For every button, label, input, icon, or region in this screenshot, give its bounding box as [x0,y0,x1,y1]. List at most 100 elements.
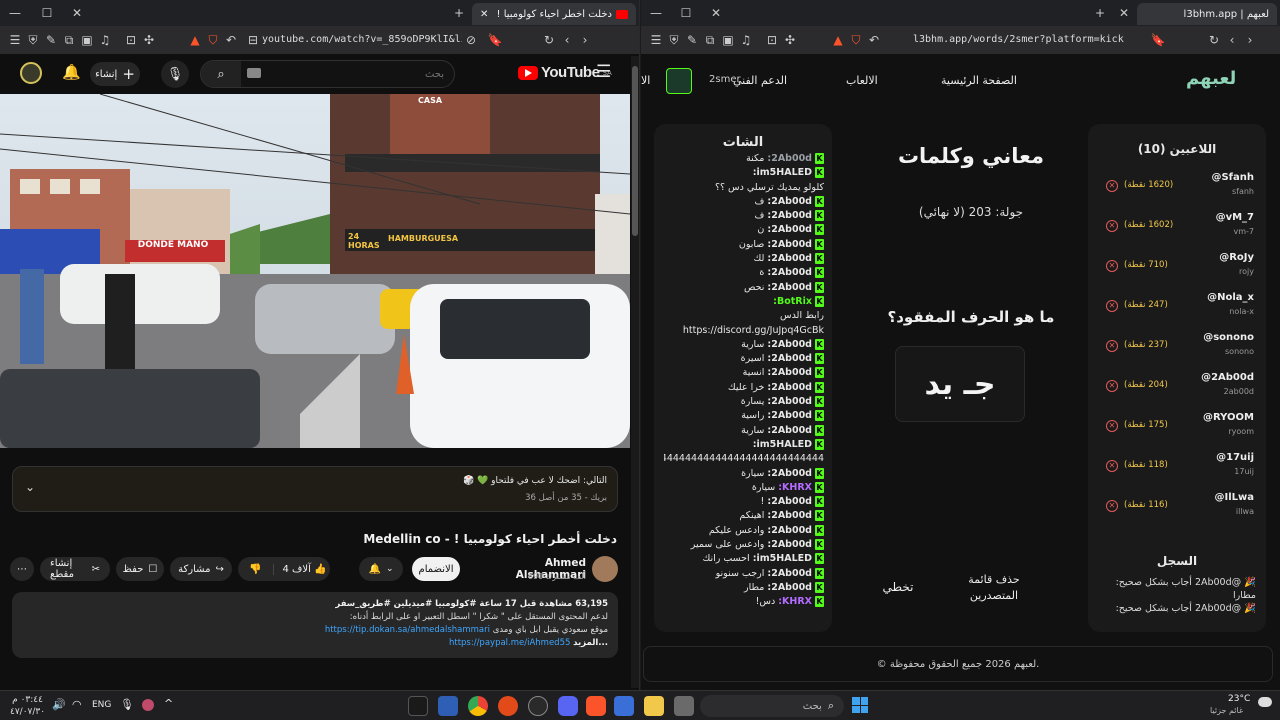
remove-player-icon[interactable]: ✕ [1106,220,1118,232]
create-button[interactable]: إنشاء + [90,62,140,86]
close-tab-icon[interactable]: ✕ [1115,4,1133,22]
user-avatar[interactable] [666,68,692,94]
forward-icon[interactable]: › [576,31,594,49]
reload-share-icon[interactable]: ↶ [222,31,240,49]
extension-icon[interactable]: ✎ [683,31,701,49]
chat-messages[interactable]: K2Ab00d: مكنة Kim5HALED: كلولو يمديك ترسل… [664,152,824,618]
file-explorer-icon[interactable] [644,696,664,716]
shield-icon[interactable]: ⛨ [665,31,683,49]
players-list[interactable]: ✕ (1620 نقطة) @Sfanh sfanh ✕ (1602 نقطة) @vM_7… [1088,170,1266,540]
more-link[interactable]: ...المزيد [573,638,608,648]
clear-leaderboard-button[interactable]: حذف قائمة المتصدرين [956,572,1032,604]
like-button[interactable]: 4 آلاف 👍 [279,564,330,575]
screenshot-icon[interactable]: ⊡ [122,31,140,49]
obs-icon[interactable] [528,696,548,716]
copy-icon[interactable]: ⧉ [60,31,78,49]
account-avatar[interactable] [20,62,42,84]
volume-icon[interactable]: 🔊 [52,698,66,711]
chevron-up-icon[interactable]: ^ [164,697,173,710]
sidebar-icon[interactable]: ▣ [78,31,96,49]
chat-username[interactable]: KHRX: [778,596,812,607]
chrome-icon[interactable] [468,696,488,716]
menu-icon[interactable]: ☰ [6,31,24,49]
chat-username[interactable]: KHRX: [778,482,812,493]
up-next-card[interactable]: ⌄ التالي: اضحك لا عب في فلتحاو 💚 🎲 بريك … [12,466,618,512]
chat-username[interactable]: 2Ab00d: [767,353,812,364]
chevron-down-icon[interactable]: ⌄ [25,480,35,494]
address-bar[interactable]: youtube.com/watch?v=_859oDP9KlI&list=... [262,30,462,50]
chat-username[interactable]: im5HALED: [753,439,812,450]
maximize-icon[interactable]: ☐ [38,4,56,22]
new-tab-icon[interactable]: + [1091,4,1109,22]
reload-icon[interactable]: ↻ [1205,31,1223,49]
join-button[interactable]: الانضمام [412,557,460,581]
sidebar-icon[interactable]: ▣ [719,31,737,49]
chat-username[interactable]: 2Ab00d: [767,510,812,521]
task-view-icon[interactable] [674,696,694,716]
app-icon[interactable] [498,696,518,716]
close-tab-icon[interactable]: ✕ [480,9,488,20]
chat-username[interactable]: 2Ab00d: [767,239,812,250]
chat-username[interactable]: 2Ab00d: [767,582,812,593]
remove-player-icon[interactable]: ✕ [1106,260,1118,272]
dislike-button[interactable]: 👎 [238,563,274,575]
page-scrollbar[interactable] [631,56,639,688]
remove-player-icon[interactable]: ✕ [1106,380,1118,392]
tip-link[interactable]: https://tip.dokan.sa/ahmedalshammari [325,625,490,635]
puzzle-icon[interactable]: ✣ [140,31,158,49]
chat-username[interactable]: 2Ab00d: [767,224,812,235]
defender-icon[interactable] [438,696,458,716]
brave-shield-icon[interactable]: ⛉ [847,31,865,49]
menu-icon[interactable]: ☰ [647,31,665,49]
user-nick[interactable]: 2smer [709,74,741,85]
remove-player-icon[interactable]: ✕ [1106,420,1118,432]
chat-username[interactable]: 2Ab00d: [767,568,812,579]
puzzle-icon[interactable]: ✣ [781,31,799,49]
chat-username[interactable]: 2Ab00d: [767,382,812,393]
paypal-link[interactable]: https://paypal.me/iAhmed55 [449,638,570,648]
tray-app-icon[interactable] [142,699,154,711]
chat-username[interactable]: 2Ab00d: [767,468,812,479]
minimize-icon[interactable]: — [647,4,665,22]
weather-widget[interactable]: 23°C غائم جزئيا [1210,694,1276,718]
tab-youtube[interactable]: ✕ دخلت أخطر احياء كولومبيا ! - 6e [472,3,636,25]
chat-username[interactable]: 2Ab00d: [767,196,812,207]
chat-username[interactable]: BotRix: [773,296,812,307]
close-window-icon[interactable]: ✕ [707,4,725,22]
windows-start-icon[interactable] [852,697,868,713]
bookmark-icon[interactable]: 🔖 [486,31,504,49]
brave-shield-icon[interactable]: ⛉ [204,31,222,49]
copy-icon[interactable]: ⧉ [701,31,719,49]
remove-player-icon[interactable]: ✕ [1106,460,1118,472]
chat-username[interactable]: 2Ab00d: [767,253,812,264]
taskbar-search[interactable]: بحث ⌕ [700,695,844,717]
chat-username[interactable]: 2Ab00d: [767,282,812,293]
music-icon[interactable]: ♫ [96,31,114,49]
language-indicator[interactable]: ENG [92,700,111,710]
chat-username[interactable]: 2Ab00d: [767,396,812,407]
voice-search-button[interactable]: 🎙 [161,60,189,88]
chat-username[interactable]: im5HALED: [753,553,812,564]
bookmark-icon[interactable]: 🔖 [1149,31,1167,49]
search-input[interactable] [294,66,444,82]
chat-username[interactable]: 2Ab00d: [767,339,812,350]
microphone-icon[interactable]: 🎙 [120,698,134,711]
chat-username[interactable]: 2Ab00d: [767,410,812,421]
extension-icon[interactable]: ✎ [42,31,60,49]
forward-icon[interactable]: › [1241,31,1259,49]
reload-icon[interactable]: ↻ [540,31,558,49]
nav-support[interactable]: الدعم الفني [733,74,787,87]
brave-rewards-icon[interactable]: ▲ [186,31,204,49]
site-logo[interactable]: لعبهم [1186,68,1236,89]
close-window-icon[interactable]: ✕ [68,4,86,22]
music-icon[interactable]: ♫ [737,31,755,49]
chat-username[interactable]: 2Ab00d: [767,267,812,278]
chat-username[interactable]: 2Ab00d: [767,153,812,164]
back-icon[interactable]: ‹ [558,31,576,49]
video-player[interactable]: DONDE MANO 24 HORAS HAMBURGUESA CASA [0,94,630,448]
remove-player-icon[interactable]: ✕ [1106,180,1118,192]
remove-player-icon[interactable]: ✕ [1106,300,1118,312]
address-bar[interactable]: l3bhm.app/words/2smer?platform=kick [913,30,1143,50]
wifi-icon[interactable]: ◠ [72,698,82,711]
discord-icon[interactable] [558,696,578,716]
